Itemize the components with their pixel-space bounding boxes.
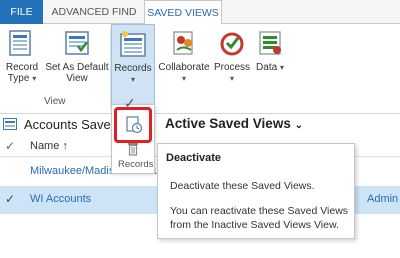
data-button[interactable]: Data ▾ [253,28,287,73]
process-icon [220,32,244,56]
chevron-down-icon: ▾ [279,63,284,72]
deactivate-tooltip: Deactivate Deactivate these Saved Views.… [157,143,355,239]
row-owner-link[interactable]: Admin [367,193,398,205]
tooltip-hint: You can reactivate these Saved Views fro… [170,205,349,231]
collaborate-button[interactable]: Collaborate ▾ [157,28,211,84]
ribbon: Record Type ▾ Set As Default View Record… [0,24,400,114]
tooltip-description: Deactivate these Saved Views. [170,180,315,192]
set-as-default-view-button[interactable]: Set As Default View [44,28,110,84]
data-icon [259,31,281,55]
tab-saved-views[interactable]: SAVED VIEWS [144,0,222,25]
chevron-down-icon: ▾ [32,74,37,83]
records-menu-label: Records [118,159,154,170]
set-default-view-icon [65,31,89,55]
row-name-link[interactable]: WI Accounts [30,193,91,205]
record-type-icon [9,30,31,56]
chevron-down-icon: ▾ [229,74,234,83]
select-all-checkbox[interactable]: ✓ [5,139,15,153]
records-dropdown-menu: ✓ Records [111,95,155,174]
ribbon-tab-bar: FILE ADVANCED FIND SAVED VIEWS [0,0,400,25]
saved-view-icon [3,118,17,130]
chevron-down-icon: ⌄ [294,120,303,131]
row-checkbox[interactable]: ✓ [5,192,15,206]
delete-icon[interactable] [127,142,139,156]
view-group-label: View [44,96,66,107]
records-icon [120,31,146,57]
chevron-down-icon: ▾ [181,74,186,83]
page-title: Accounts Save [24,117,111,132]
tooltip-title: Deactivate [166,152,222,164]
deactivate-icon [126,116,143,134]
tab-advanced-find[interactable]: ADVANCED FIND [44,0,144,24]
column-header-name[interactable]: Name ↑ [30,140,68,152]
view-selector[interactable]: Active Saved Views ⌄ [165,116,303,131]
process-button[interactable]: Process ▾ [212,28,252,84]
record-type-button[interactable]: Record Type ▾ [3,28,41,84]
chevron-down-icon: ▾ [130,75,135,84]
collaborate-icon [173,31,193,55]
deactivate-button[interactable] [114,107,152,143]
view-header: Accounts Save Active Saved Views ⌄ [0,114,400,136]
tab-file[interactable]: FILE [0,0,43,24]
